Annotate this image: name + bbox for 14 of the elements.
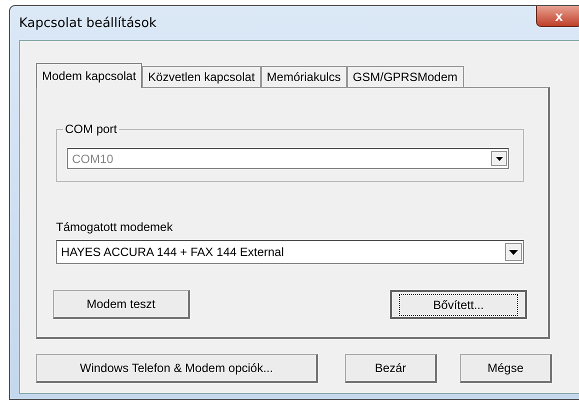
modem-dropdown[interactable]: HAYES ACCURA 144 + FAX 144 External: [56, 240, 524, 264]
group-label: COM port: [63, 122, 120, 136]
tab[interactable]: Modem kapcsolat: [36, 63, 142, 88]
dialog-button[interactable]: Windows Telefon & Modem opciók...: [36, 354, 318, 383]
dialog-button[interactable]: Modem teszt: [53, 290, 190, 319]
dialog-button[interactable]: Mégse: [460, 354, 552, 383]
dialog-button[interactable]: Bővített...: [390, 290, 527, 319]
dialog-button[interactable]: Bezár: [345, 354, 437, 383]
tab[interactable]: Memóriakulcs: [260, 66, 347, 87]
tab[interactable]: Közvetlen kapcsolat: [142, 66, 261, 87]
field-label: Támogatott modemek: [56, 220, 174, 234]
close-button[interactable]: x: [536, 6, 579, 27]
window-title: Kapcsolat beállítások: [19, 16, 157, 30]
tab[interactable]: GSM/GPRSModem: [346, 66, 464, 87]
